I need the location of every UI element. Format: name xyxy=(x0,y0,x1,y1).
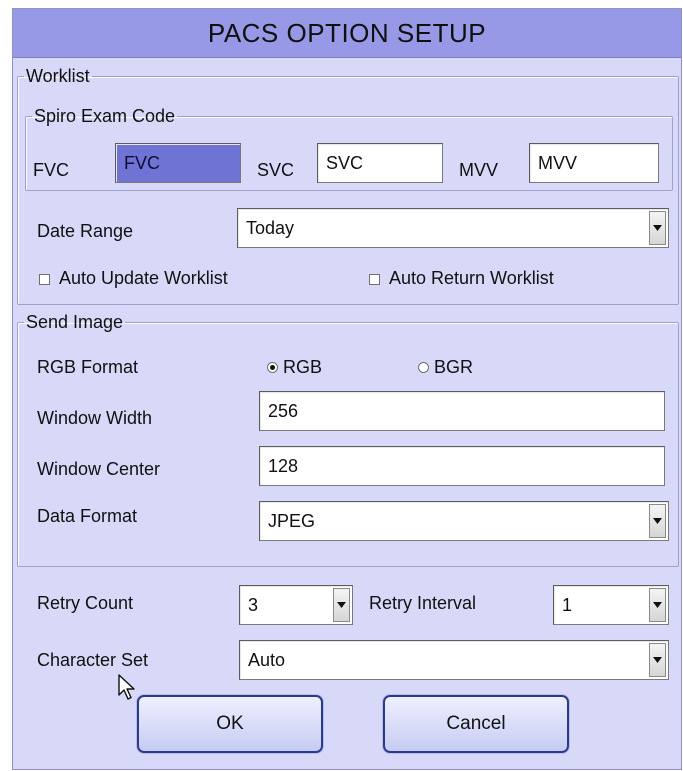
send-image-legend: Send Image xyxy=(26,312,124,332)
pacs-option-dialog: PACS OPTION SETUP Worklist Spiro Exam Co… xyxy=(12,8,682,770)
fvc-label: FVC xyxy=(33,160,69,180)
fvc-field[interactable]: FVC xyxy=(115,143,241,183)
retry-interval-label: Retry Interval xyxy=(369,593,477,613)
chevron-down-icon[interactable] xyxy=(333,588,350,622)
retry-count-label: Retry Count xyxy=(37,593,134,613)
rgb-radio[interactable] xyxy=(267,362,278,373)
bgr-option-label: BGR xyxy=(434,357,474,377)
chevron-down-icon[interactable] xyxy=(649,643,666,677)
mvv-field[interactable]: MVV xyxy=(529,143,659,183)
character-set-value: Auto xyxy=(248,649,286,670)
chevron-down-icon[interactable] xyxy=(649,211,666,245)
auto-update-worklist-checkbox[interactable] xyxy=(39,274,50,285)
window-center-label: Window Center xyxy=(37,459,161,479)
rgb-option-label: RGB xyxy=(283,357,323,377)
date-range-value: Today xyxy=(246,217,295,238)
date-range-label: Date Range xyxy=(37,221,134,241)
cancel-button[interactable]: Cancel xyxy=(383,695,569,753)
character-set-label: Character Set xyxy=(37,650,149,670)
bgr-radio[interactable] xyxy=(418,362,429,373)
worklist-legend: Worklist xyxy=(26,66,90,86)
window-width-label: Window Width xyxy=(37,408,153,428)
retry-interval-value: 1 xyxy=(562,594,573,615)
data-format-select[interactable]: JPEG xyxy=(259,501,669,541)
retry-count-value: 3 xyxy=(248,594,259,615)
retry-count-select[interactable]: 3 xyxy=(239,585,353,625)
retry-interval-select[interactable]: 1 xyxy=(553,585,669,625)
radio-selected-dot xyxy=(270,365,275,370)
character-set-select[interactable]: Auto xyxy=(239,640,669,680)
ok-button[interactable]: OK xyxy=(137,695,323,753)
spiro-exam-code-legend: Spiro Exam Code xyxy=(34,106,176,126)
svc-field[interactable]: SVC xyxy=(317,143,443,183)
window-width-field[interactable]: 256 xyxy=(259,391,665,431)
window-center-field[interactable]: 128 xyxy=(259,446,665,486)
mouse-pointer-icon xyxy=(118,674,135,700)
svc-label: SVC xyxy=(257,160,295,180)
data-format-label: Data Format xyxy=(37,506,138,526)
date-range-select[interactable]: Today xyxy=(237,208,669,248)
data-format-value: JPEG xyxy=(268,510,316,531)
rgb-format-label: RGB Format xyxy=(37,357,139,377)
mvv-label: MVV xyxy=(459,160,499,180)
auto-update-worklist-label: Auto Update Worklist xyxy=(59,268,228,288)
auto-return-worklist-label: Auto Return Worklist xyxy=(389,268,554,288)
dialog-title: PACS OPTION SETUP xyxy=(13,9,681,58)
auto-return-worklist-checkbox[interactable] xyxy=(369,274,380,285)
chevron-down-icon[interactable] xyxy=(649,504,666,538)
chevron-down-icon[interactable] xyxy=(649,588,666,622)
